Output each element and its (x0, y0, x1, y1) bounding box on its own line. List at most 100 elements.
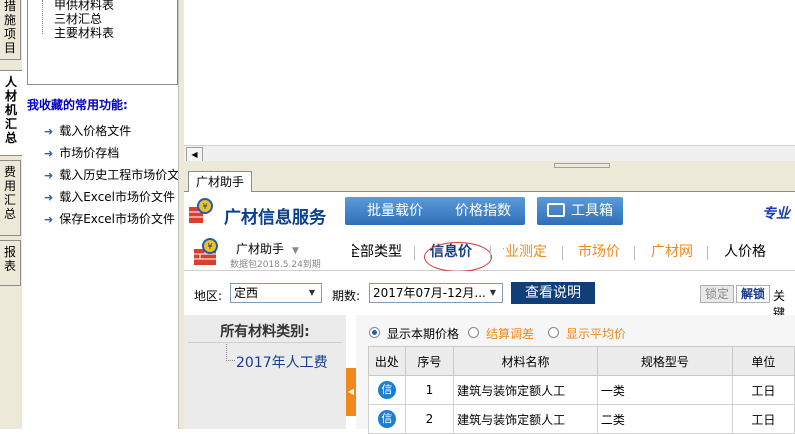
brand-title: 广材信息服务 (224, 208, 326, 228)
nav-divider (562, 246, 563, 260)
nav-divider (490, 246, 491, 260)
lock-button[interactable]: 锁定 (700, 285, 734, 303)
radio-settlement[interactable] (468, 327, 479, 338)
side-tab-label: 人材机汇总 (4, 75, 17, 145)
side-tab-strip: 措施项目 人材机汇总 费用汇总 报表 (0, 0, 23, 429)
side-tab-materials[interactable]: 人材机汇总 (0, 70, 22, 156)
nav-divider (707, 246, 708, 260)
briefcase-icon (547, 203, 565, 217)
tab-person-price[interactable]: 人价格 (724, 241, 766, 261)
toolbox-button[interactable]: 工具箱 (537, 197, 623, 225)
horizontal-splitter[interactable] (184, 161, 795, 169)
tree-item[interactable]: 三材汇总 (54, 12, 102, 26)
brand-right-text: 专业 (762, 206, 790, 222)
index-cell: 2 (404, 404, 455, 434)
favorite-label: 载入历史工程市场价文 (59, 168, 178, 182)
spec-cell: 二类 (596, 404, 733, 434)
radio-label: 显示平均价 (566, 327, 627, 341)
tree-connector (226, 344, 235, 361)
info-source-badge[interactable]: 信 (377, 410, 396, 428)
category-title: 所有材料类别: (220, 324, 310, 340)
favorite-label: 载入价格文件 (59, 124, 132, 138)
helper-subtitle: 数据包2018.5.24到期 (230, 260, 321, 270)
spec-cell: 一类 (596, 375, 733, 405)
radio-current-price[interactable] (369, 327, 380, 338)
favorite-label: 市场价存档 (59, 146, 120, 160)
favorite-item[interactable]: ➜ 市场价存档 (44, 144, 119, 161)
side-tab-reports[interactable]: 报表 (0, 240, 21, 286)
arrow-right-icon: ➜ (44, 213, 54, 226)
scroll-left-icon[interactable]: ◀ (186, 147, 203, 162)
unlock-button[interactable]: 解锁 (736, 285, 770, 303)
region-select[interactable]: 定西 ▼ (230, 283, 322, 303)
side-tab-label: 措施项目 (3, 0, 16, 55)
radio-average-price[interactable] (548, 327, 559, 338)
table-header-row: 出处 序号 材料名称 规格型号 单位 (368, 346, 795, 376)
helper-logo-icon: ¥ (194, 238, 218, 265)
dropdown-arrow-icon: ▼ (292, 246, 299, 256)
chevron-down-icon: ▼ (485, 285, 501, 301)
column-header[interactable]: 序号 (404, 346, 455, 376)
favorite-item[interactable]: ➜ 载入价格文件 (44, 122, 131, 139)
column-header[interactable]: 出处 (368, 346, 406, 376)
column-header[interactable]: 材料名称 (453, 346, 598, 376)
collapse-panel-icon[interactable]: ◀ (346, 368, 356, 416)
tab-all-types[interactable]: 全部类型 (352, 241, 402, 261)
svg-text:¥: ¥ (207, 242, 212, 251)
arrow-right-icon: ➜ (44, 125, 54, 138)
side-tab-label: 费用汇总 (3, 165, 16, 221)
category-item[interactable]: 2017年人工费 (236, 352, 328, 372)
name-cell: 建筑与装饰定额人工 (453, 404, 598, 434)
chevron-down-icon: ▼ (304, 285, 320, 301)
batch-price-button[interactable]: 批量载价 (345, 197, 445, 225)
favorite-label: 保存Excel市场价文件 (59, 212, 176, 226)
tab-gcw[interactable]: 广材网 (651, 241, 693, 261)
index-cell: 1 (404, 375, 455, 405)
radio-label: 显示本期价格 (387, 327, 460, 341)
splitter-grip[interactable] (554, 163, 610, 168)
document-area (184, 0, 795, 145)
side-tab-fees[interactable]: 费用汇总 (0, 160, 21, 236)
column-header[interactable]: 规格型号 (596, 346, 733, 376)
name-cell: 建筑与装饰定额人工 (453, 375, 598, 405)
region-label: 地区: (194, 289, 223, 303)
tab-professional[interactable]: 专业测定 (503, 241, 547, 261)
brand-logo-icon: ¥ (189, 198, 213, 223)
arrow-right-icon: ➜ (44, 191, 54, 204)
assistant-tabbar (184, 169, 795, 192)
view-help-button[interactable]: 查看说明 (511, 282, 595, 304)
tab-market-price[interactable]: 市场价 (578, 241, 620, 261)
nav-divider (414, 246, 415, 260)
favorite-label: 载入Excel市场价文件 (59, 190, 176, 204)
nav-divider (634, 246, 635, 260)
source-cell: 信 (368, 404, 406, 434)
svg-text:¥: ¥ (202, 202, 207, 211)
radio-label: 结算调差 (486, 327, 535, 341)
price-table: 出处 序号 材料名称 规格型号 单位 信 1 建筑与装饰定额人工 一类 工日 信… (368, 346, 795, 434)
tab-assistant[interactable]: 广材助手 (188, 171, 252, 192)
favorite-item[interactable]: ➜ 载入Excel市场价文件 (44, 188, 178, 205)
period-label: 期数: (332, 289, 361, 303)
arrow-right-icon: ➜ (44, 147, 54, 160)
unit-cell: 工日 (731, 404, 795, 434)
highlight-circle (424, 242, 492, 272)
period-select[interactable]: 2017年07月-12月... ▼ (369, 283, 503, 303)
price-index-button[interactable]: 价格指数 (441, 197, 525, 225)
arrow-right-icon: ➜ (44, 169, 54, 182)
toolbox-label: 工具箱 (571, 203, 613, 219)
info-source-badge[interactable]: 信 (377, 381, 396, 399)
horizontal-scrollbar[interactable]: ◀ (184, 145, 795, 162)
tree-connector (42, 0, 43, 34)
table-row[interactable]: 信 2 建筑与装饰定额人工 二类 工日 (368, 404, 795, 434)
side-tab-label: 报表 (3, 245, 16, 273)
tree-item[interactable]: 甲供材料表 (54, 0, 114, 12)
helper-title[interactable]: 广材助手 ▼ (236, 240, 299, 257)
favorite-item[interactable]: ➜ 保存Excel市场价文件 (44, 210, 178, 227)
tree-item[interactable]: 主要材料表 (54, 26, 114, 40)
favorite-item[interactable]: ➜ 载入历史工程市场价文 (44, 166, 178, 183)
table-row[interactable]: 信 1 建筑与装饰定额人工 一类 工日 (368, 375, 795, 405)
report-tree: 甲供材料表 三材汇总 主要材料表 (27, 0, 178, 85)
category-divider (188, 342, 342, 343)
column-header[interactable]: 单位 (731, 346, 795, 376)
side-tab-measures[interactable]: 措施项目 (0, 0, 21, 60)
